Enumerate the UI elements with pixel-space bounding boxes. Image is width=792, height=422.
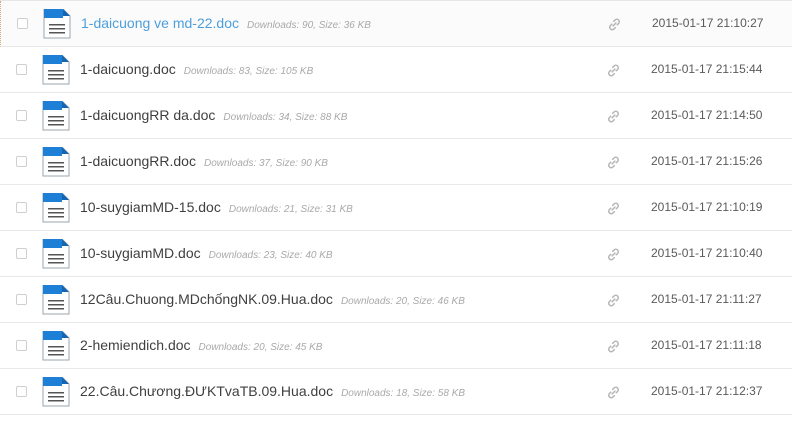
file-name-link[interactable]: 10-suygiamMD-15.doc [80,199,221,215]
file-name-link[interactable]: 2-hemiendich.doc [80,337,191,353]
doc-file-icon [42,331,70,361]
file-row[interactable]: 2-hemiendich.doc Downloads: 20, Size: 45 … [0,323,792,369]
doc-file-icon [42,147,70,177]
file-row[interactable]: 10-suygiamMD-15.doc Downloads: 21, Size: … [0,185,792,231]
file-date: 2015-01-17 21:11:27 [651,292,762,306]
file-date: 2015-01-17 21:14:50 [651,108,763,122]
file-row[interactable]: 1-daicuongRR.doc Downloads: 37, Size: 90 … [0,139,792,185]
file-name-group: 10-suygiamMD-15.doc Downloads: 21, Size: … [80,198,353,219]
file-name-group: 1-daicuongRR.doc Downloads: 37, Size: 90 … [80,152,328,173]
file-rows: 1-daicuong ve md-22.doc Downloads: 90, Si… [0,1,792,415]
file-name-group: 1-daicuong ve md-22.doc Downloads: 90, Si… [81,14,371,35]
file-name-link[interactable]: 1-daicuong ve md-22.doc [81,15,239,31]
file-meta: Downloads: 83, Size: 105 KB [183,66,314,77]
link-icon[interactable] [607,17,622,32]
file-meta: Downloads: 90, Size: 36 KB [247,20,371,31]
link-icon[interactable] [606,339,621,354]
file-name-group: 12Câu.Chuong.MDchốngNK.09.Hua.doc Downloa… [80,290,465,311]
file-date: 2015-01-17 21:10:40 [651,246,763,260]
file-meta: Downloads: 37, Size: 90 KB [203,158,328,169]
file-date: 2015-01-17 21:10:27 [652,16,764,30]
link-icon[interactable] [606,385,621,400]
row-checkbox[interactable] [16,294,27,305]
link-icon[interactable] [606,109,621,124]
doc-file-icon [42,285,70,315]
file-name-group: 10-suygiamMD.doc Downloads: 23, Size: 40 … [80,244,333,265]
row-checkbox[interactable] [16,156,27,167]
file-name-link[interactable]: 10-suygiamMD.doc [80,245,201,261]
file-date: 2015-01-17 21:15:44 [651,62,763,76]
file-date: 2015-01-17 21:15:26 [651,154,763,168]
file-meta: Downloads: 20, Size: 46 KB [340,296,465,307]
row-checkbox[interactable] [16,340,27,351]
file-meta: Downloads: 18, Size: 58 KB [341,388,466,399]
file-row[interactable]: 10-suygiamMD.doc Downloads: 23, Size: 40 … [0,231,792,277]
file-row[interactable]: 1-daicuongRR da.doc Downloads: 34, Size: … [0,93,792,139]
file-name-link[interactable]: 1-daicuong.doc [80,61,176,77]
file-date: 2015-01-17 21:10:19 [651,200,763,214]
link-icon[interactable] [606,63,621,78]
file-meta: Downloads: 23, Size: 40 KB [208,250,333,261]
file-name-group: 1-daicuong.doc Downloads: 83, Size: 105 K… [80,60,313,81]
file-name-group: 1-daicuongRR da.doc Downloads: 34, Size: … [80,106,347,127]
doc-file-icon [42,55,70,85]
row-checkbox[interactable] [16,202,27,213]
file-date: 2015-01-17 21:12:37 [651,384,763,398]
file-meta: Downloads: 21, Size: 31 KB [228,204,353,215]
doc-file-icon [42,239,70,269]
file-list: 1-daicuong ve md-22.doc Downloads: 90, Si… [0,0,792,422]
link-icon[interactable] [606,293,621,308]
doc-file-icon [42,101,70,131]
row-checkbox[interactable] [16,386,27,397]
file-name-link[interactable]: 1-daicuongRR.doc [80,153,196,169]
doc-file-icon [42,193,70,223]
file-row[interactable]: 1-daicuong ve md-22.doc Downloads: 90, Si… [0,1,792,47]
doc-file-icon [42,377,70,407]
file-name-link[interactable]: 1-daicuongRR da.doc [80,107,215,123]
doc-file-icon [43,9,71,39]
file-name-group: 22.Câu.Chương.ĐƯKTvaTB.09.Hua.doc Downloa… [80,382,465,403]
file-meta: Downloads: 20, Size: 45 KB [198,342,323,353]
file-meta: Downloads: 34, Size: 88 KB [223,112,348,123]
link-icon[interactable] [606,247,621,262]
link-icon[interactable] [606,201,621,216]
file-name-link[interactable]: 22.Câu.Chương.ĐƯKTvaTB.09.Hua.doc [80,383,333,399]
link-icon[interactable] [606,155,621,170]
row-checkbox[interactable] [16,64,27,75]
file-date: 2015-01-17 21:11:18 [651,338,762,352]
row-checkbox[interactable] [16,248,27,259]
file-row[interactable]: 22.Câu.Chương.ĐƯKTvaTB.09.Hua.doc Downloa… [0,369,792,415]
file-name-link[interactable]: 12Câu.Chuong.MDchốngNK.09.Hua.doc [80,291,333,307]
file-row[interactable]: 1-daicuong.doc Downloads: 83, Size: 105 K… [0,47,792,93]
file-row[interactable]: 12Câu.Chuong.MDchốngNK.09.Hua.doc Downloa… [0,277,792,323]
row-checkbox[interactable] [16,110,27,121]
row-checkbox[interactable] [17,18,28,29]
file-name-group: 2-hemiendich.doc Downloads: 20, Size: 45 … [80,336,322,357]
